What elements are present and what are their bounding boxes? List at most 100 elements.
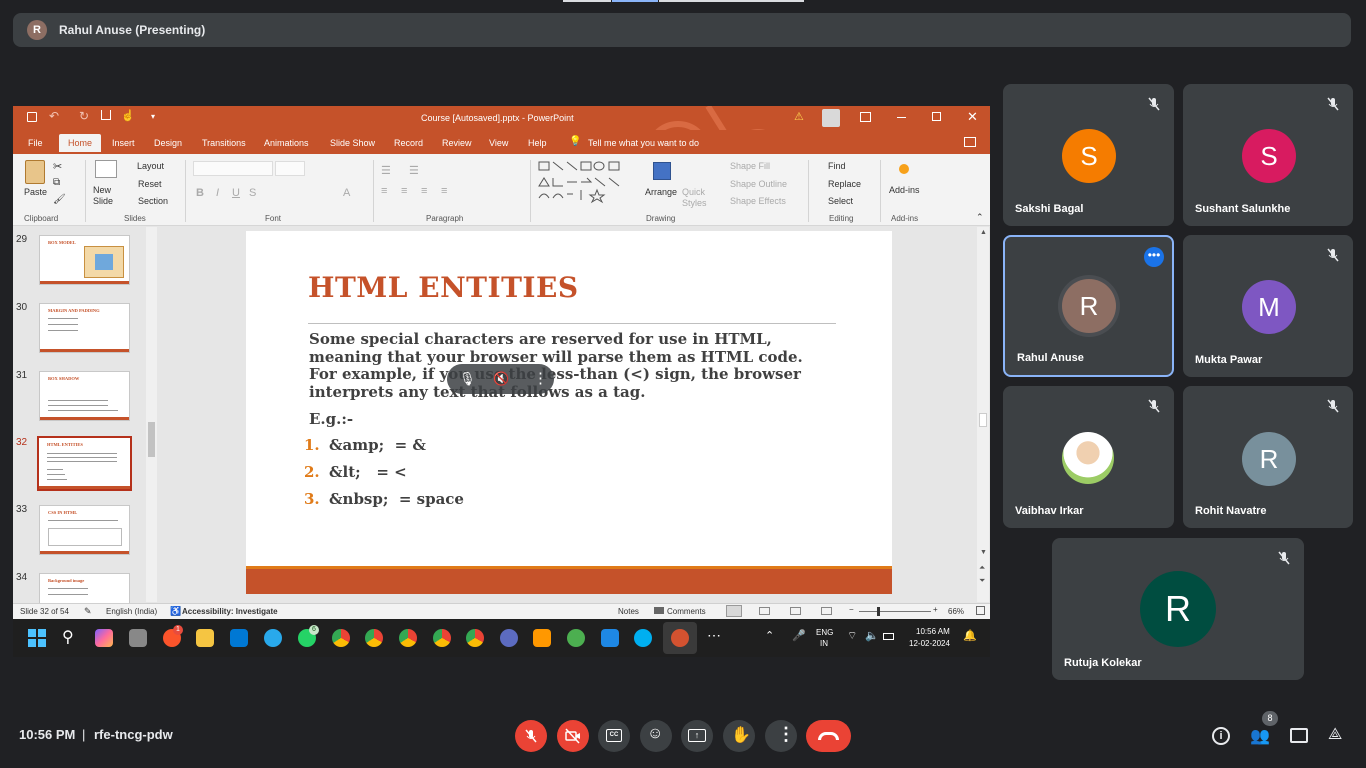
shape-effects-button[interactable]: Shape Effects [730, 196, 786, 206]
format-painter-icon[interactable]: 🖌 [53, 194, 66, 205]
font-color-icon[interactable]: A [343, 187, 350, 199]
activities-icon[interactable]: ⟁ [1328, 726, 1342, 744]
paste-icon[interactable] [25, 160, 45, 184]
zoom-slider-thumb[interactable] [877, 607, 880, 616]
people-icon[interactable]: 👥 [1250, 726, 1270, 746]
ribbon-display-icon[interactable] [860, 112, 871, 122]
scroll-thumb[interactable] [148, 422, 155, 457]
next-slide-icon[interactable]: ⏷ [979, 576, 985, 586]
volume-icon[interactable]: 🔈 [865, 629, 879, 642]
scroll-up-icon[interactable]: ▲ [980, 229, 987, 236]
mic-tray-icon[interactable]: 🎤 [792, 629, 806, 642]
prev-slide-icon[interactable]: ⏶ [979, 563, 985, 573]
accessibility-status[interactable]: Accessibility: Investigate [182, 607, 278, 616]
zoom-level[interactable]: 66% [948, 607, 964, 616]
participant-tile[interactable]: S Sakshi Bagal [1003, 84, 1174, 226]
comments-button[interactable]: Comments [667, 607, 706, 616]
section-button[interactable]: Section [138, 196, 168, 206]
paste-button[interactable]: Paste [24, 187, 47, 197]
taskbar-clock[interactable]: 10:56 AM [916, 627, 950, 636]
find-button[interactable]: Find [828, 161, 846, 171]
globe-icon[interactable] [567, 629, 585, 647]
presenter-icon[interactable] [101, 110, 111, 120]
chrome-icon[interactable] [365, 629, 383, 647]
numbering-icon[interactable]: ☰ [409, 164, 419, 177]
zoom-out-icon[interactable]: − [849, 605, 854, 614]
slide-sorter-icon[interactable] [759, 607, 770, 615]
slide-thumbnail[interactable]: BOX SHADOW [39, 371, 130, 421]
tab-record[interactable]: Record [394, 138, 423, 148]
layout-button[interactable]: Layout [137, 161, 164, 171]
meeting-info-icon[interactable]: i [1212, 727, 1230, 745]
slide-thumbnail[interactable]: BOX MODEL [39, 235, 130, 285]
shape-fill-button[interactable]: Shape Fill [730, 161, 770, 171]
language-status[interactable]: English (India) [106, 607, 157, 616]
chrome-icon[interactable] [433, 629, 451, 647]
notes-button[interactable]: Notes [618, 607, 639, 616]
chat-icon[interactable] [1290, 728, 1308, 743]
file-explorer-icon[interactable] [196, 629, 214, 647]
slide-scrollbar[interactable]: ▲ ▼ ⏶ ⏷ [977, 227, 989, 602]
warning-icon[interactable]: ⚠ [794, 110, 804, 123]
tab-transitions[interactable]: Transitions [202, 138, 246, 148]
windows-start-icon[interactable] [28, 629, 46, 647]
justify-icon[interactable]: ≡ [441, 185, 447, 197]
thumbnails-scrollbar[interactable] [146, 227, 157, 602]
chrome-icon[interactable] [399, 629, 417, 647]
close-icon[interactable]: ✕ [967, 109, 978, 125]
scroll-thumb[interactable] [979, 413, 987, 427]
tab-file[interactable]: File [28, 138, 43, 148]
italic-icon[interactable]: I [216, 187, 219, 199]
participant-tile-active[interactable]: R ••• Rahul Anuse [1003, 235, 1174, 377]
new-slide-icon[interactable] [95, 160, 117, 178]
present-button[interactable]: ↑ [681, 720, 713, 752]
app-icon[interactable] [601, 629, 619, 647]
tab-design[interactable]: Design [154, 138, 182, 148]
strikethrough-icon[interactable]: S [249, 187, 256, 199]
slideshow-view-icon[interactable] [821, 607, 832, 615]
tab-insert[interactable]: Insert [112, 138, 135, 148]
search-icon[interactable]: ⚲ [62, 627, 74, 647]
align-left-icon[interactable]: ≡ [381, 185, 387, 197]
comments-ribbon-icon[interactable] [964, 137, 976, 147]
tab-view[interactable]: View [489, 138, 508, 148]
align-center-icon[interactable]: ≡ [401, 185, 407, 197]
copy-icon[interactable]: ⧉ [53, 177, 60, 188]
reading-view-icon[interactable] [790, 607, 801, 615]
reactions-button[interactable]: ☺ [640, 720, 672, 752]
copilot-icon[interactable] [95, 629, 113, 647]
participant-tile[interactable]: R Rohit Navatre [1183, 386, 1353, 528]
vscode-icon[interactable] [230, 629, 248, 647]
more-options-icon[interactable]: ••• [1144, 247, 1164, 267]
slide-canvas[interactable]: HTML ENTITIES Some special characters ar… [246, 231, 892, 594]
normal-view-icon[interactable] [726, 605, 742, 617]
skype-icon[interactable] [634, 629, 652, 647]
camera-toggle-button[interactable] [557, 720, 589, 752]
tab-animations[interactable]: Animations [264, 138, 309, 148]
tell-me-search[interactable]: Tell me what you want to do [588, 138, 699, 148]
tab-slideshow[interactable]: Slide Show [330, 138, 375, 148]
new-slide-button[interactable]: New Slide [93, 185, 121, 207]
account-avatar[interactable] [822, 109, 840, 127]
leave-call-button[interactable] [806, 720, 851, 752]
slide-thumbnail[interactable]: MARGIN AND PADDING [39, 303, 130, 353]
more-apps-icon[interactable]: ⋯ [707, 627, 721, 644]
chrome-icon[interactable] [466, 629, 484, 647]
task-view-icon[interactable] [129, 629, 147, 647]
shapes-gallery[interactable] [537, 160, 637, 204]
bullets-icon[interactable]: ☰ [381, 164, 391, 177]
powerpoint-icon[interactable] [671, 629, 689, 647]
wifi-icon[interactable]: ⌔ [847, 629, 857, 643]
mic-toggle-button[interactable] [515, 720, 547, 752]
collapse-ribbon-icon[interactable]: ⌃ [976, 212, 984, 223]
participant-tile[interactable]: S Sushant Salunkhe [1183, 84, 1353, 226]
save-icon[interactable] [27, 112, 37, 122]
tab-review[interactable]: Review [442, 138, 472, 148]
underline-icon[interactable]: U [232, 187, 240, 199]
bold-icon[interactable]: B [196, 187, 204, 199]
speaker-off-icon[interactable]: 🔇 [493, 371, 509, 387]
fit-slide-icon[interactable] [976, 606, 985, 615]
sublime-icon[interactable] [533, 629, 551, 647]
minimize-icon[interactable] [897, 117, 906, 118]
more-options-icon[interactable]: ⋮ [533, 369, 548, 387]
